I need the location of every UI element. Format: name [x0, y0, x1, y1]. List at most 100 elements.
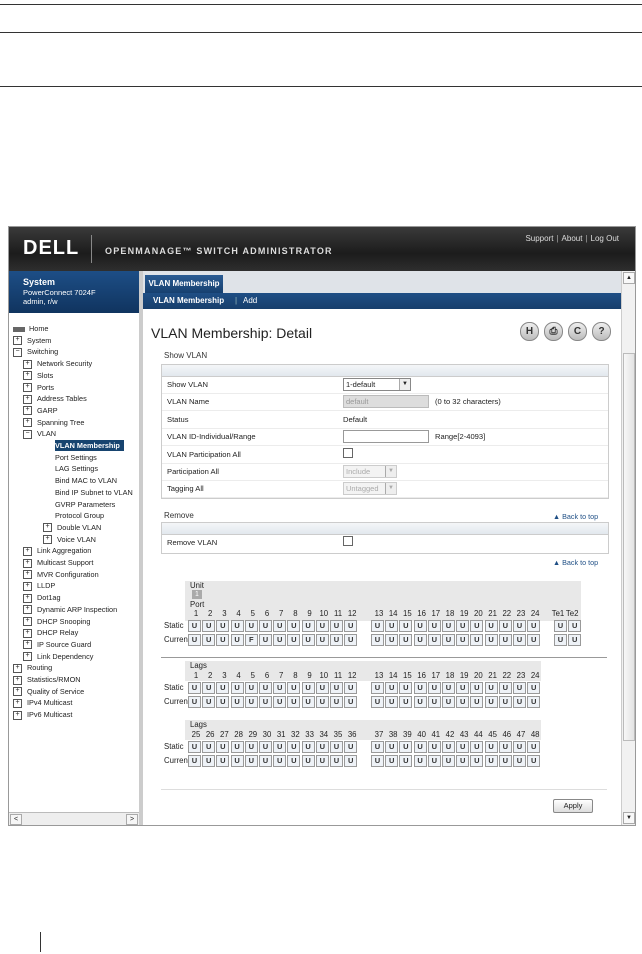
nav-item-dhcp-snooping[interactable]: + DHCP Snooping — [23, 616, 90, 627]
scroll-thumb[interactable] — [623, 353, 635, 741]
lag-current-cell[interactable]: U — [413, 696, 427, 708]
static-cell[interactable]: U — [427, 620, 441, 632]
lag-current-cell[interactable]: U — [456, 755, 470, 767]
current-cell[interactable]: U — [513, 634, 526, 646]
lag-current-cell[interactable]: U — [287, 696, 301, 708]
collapse-icon[interactable]: − — [23, 429, 32, 439]
lag-current-cell[interactable]: U — [216, 755, 230, 767]
support-link[interactable]: Support — [525, 234, 553, 243]
expand-icon[interactable]: + — [23, 652, 32, 662]
static-cell[interactable]: U — [484, 620, 498, 632]
lag-static-cell[interactable]: U — [344, 741, 358, 753]
lag-current-cell[interactable]: U — [230, 755, 244, 767]
nav-item-link-dependency[interactable]: + Link Dependency — [23, 651, 93, 662]
lag-static-cell[interactable]: U — [413, 682, 427, 694]
current-cell[interactable]: U — [371, 634, 384, 646]
lag-static-cell[interactable]: U — [244, 682, 258, 694]
nav-item-link-aggregation[interactable]: + Link Aggregation — [23, 545, 91, 556]
nav-item-statistics-rmon[interactable]: + Statistics/RMON — [13, 674, 81, 685]
lag-static-cell[interactable]: U — [244, 741, 258, 753]
expand-icon[interactable]: + — [23, 628, 32, 638]
static-cell[interactable]: U — [244, 620, 258, 632]
lag-static-cell[interactable]: U — [259, 741, 272, 753]
back-to-top-link-2[interactable]: ▲ Back to top — [553, 558, 598, 567]
nav-item-ip-source-guard[interactable]: + IP Source Guard — [23, 639, 91, 650]
vlan-id-input[interactable] — [343, 430, 429, 444]
lag-static-cell[interactable]: U — [315, 682, 329, 694]
current-cell[interactable]: U — [259, 634, 272, 646]
current-cell[interactable]: U — [188, 634, 201, 646]
current-cell[interactable]: U — [484, 634, 498, 646]
nav-item-lldp[interactable]: + LLDP — [23, 580, 55, 591]
expand-icon[interactable]: + — [23, 359, 32, 369]
subtab-vlan-membership[interactable]: VLAN Membership — [153, 296, 224, 305]
lag-current-cell[interactable]: U — [470, 755, 484, 767]
current-cell[interactable]: U — [498, 634, 512, 646]
lag-current-cell[interactable]: U — [442, 696, 455, 708]
lag-static-cell[interactable]: U — [513, 741, 526, 753]
lag-static-cell[interactable]: U — [427, 682, 441, 694]
expand-icon[interactable]: + — [23, 581, 32, 591]
static-cell[interactable]: U — [259, 620, 272, 632]
refresh-icon[interactable]: C — [568, 322, 587, 341]
lag-static-cell[interactable]: U — [470, 682, 484, 694]
current-cell[interactable]: U — [344, 634, 358, 646]
collapse-icon[interactable]: − — [13, 347, 22, 357]
scroll-down-arrow[interactable]: ▼ — [623, 812, 635, 824]
static-cell[interactable]: U — [230, 620, 244, 632]
lag-current-cell[interactable]: U — [273, 755, 287, 767]
nav-item-routing[interactable]: + Routing — [13, 662, 52, 673]
lag-static-cell[interactable]: U — [527, 682, 541, 694]
lag-current-cell[interactable]: U — [385, 755, 399, 767]
lag-current-cell[interactable]: U — [344, 755, 358, 767]
lag-static-cell[interactable]: U — [315, 741, 329, 753]
current-cell[interactable]: U — [330, 634, 343, 646]
nav-item-dhcp-relay[interactable]: + DHCP Relay — [23, 627, 78, 638]
current-cell[interactable]: U — [427, 634, 441, 646]
current-cell[interactable]: U — [527, 634, 541, 646]
static-cell[interactable]: U — [344, 620, 358, 632]
nav-item-protocol-group[interactable]: Protocol Group — [55, 510, 104, 521]
show-vlan-select[interactable]: 1-default ▼ — [343, 378, 411, 391]
lag-static-cell[interactable]: U — [399, 682, 413, 694]
static-cell[interactable]: U — [554, 620, 567, 632]
static-cell[interactable]: U — [498, 620, 512, 632]
scroll-right-arrow[interactable]: > — [126, 814, 138, 825]
print-icon[interactable]: ⎙ — [544, 322, 563, 341]
help-icon[interactable]: ? — [592, 322, 611, 341]
static-cell[interactable]: U — [513, 620, 526, 632]
current-cell[interactable]: U — [399, 634, 413, 646]
current-cell[interactable]: U — [273, 634, 287, 646]
expand-icon[interactable]: + — [23, 570, 32, 580]
lag-static-cell[interactable]: U — [413, 741, 427, 753]
lag-static-cell[interactable]: U — [371, 741, 384, 753]
expand-icon[interactable]: + — [13, 698, 22, 708]
lag-current-cell[interactable]: U — [202, 696, 216, 708]
nav-item-network-security[interactable]: + Network Security — [23, 358, 92, 369]
lag-static-cell[interactable]: U — [287, 741, 301, 753]
static-cell[interactable]: U — [442, 620, 455, 632]
lag-static-cell[interactable]: U — [498, 741, 512, 753]
current-cell[interactable]: U — [202, 634, 216, 646]
expand-icon[interactable]: + — [43, 535, 52, 545]
static-cell[interactable]: U — [287, 620, 301, 632]
static-cell[interactable]: U — [413, 620, 427, 632]
static-cell[interactable]: U — [371, 620, 384, 632]
about-link[interactable]: About — [562, 234, 583, 243]
nav-item-mvr-configuration[interactable]: + MVR Configuration — [23, 569, 99, 580]
nav-item-vlan-membership[interactable]: VLAN Membership — [55, 440, 124, 451]
nav-item-port-settings[interactable]: Port Settings — [55, 452, 97, 463]
nav-item-voice-vlan[interactable]: + Voice VLAN — [43, 534, 96, 545]
lag-current-cell[interactable]: U — [315, 755, 329, 767]
lag-current-cell[interactable]: U — [427, 696, 441, 708]
lag-static-cell[interactable]: U — [399, 741, 413, 753]
current-cell[interactable]: U — [568, 634, 582, 646]
lag-static-cell[interactable]: U — [385, 741, 399, 753]
lag-current-cell[interactable]: U — [513, 755, 526, 767]
nav-item-gvrp-parameters[interactable]: GVRP Parameters — [55, 499, 115, 510]
static-cell[interactable]: U — [330, 620, 343, 632]
nav-item-quality-of-service[interactable]: + Quality of Service — [13, 686, 84, 697]
expand-icon[interactable]: + — [23, 418, 32, 428]
lag-current-cell[interactable]: U — [484, 755, 498, 767]
participation-all-checkbox[interactable] — [343, 447, 353, 458]
